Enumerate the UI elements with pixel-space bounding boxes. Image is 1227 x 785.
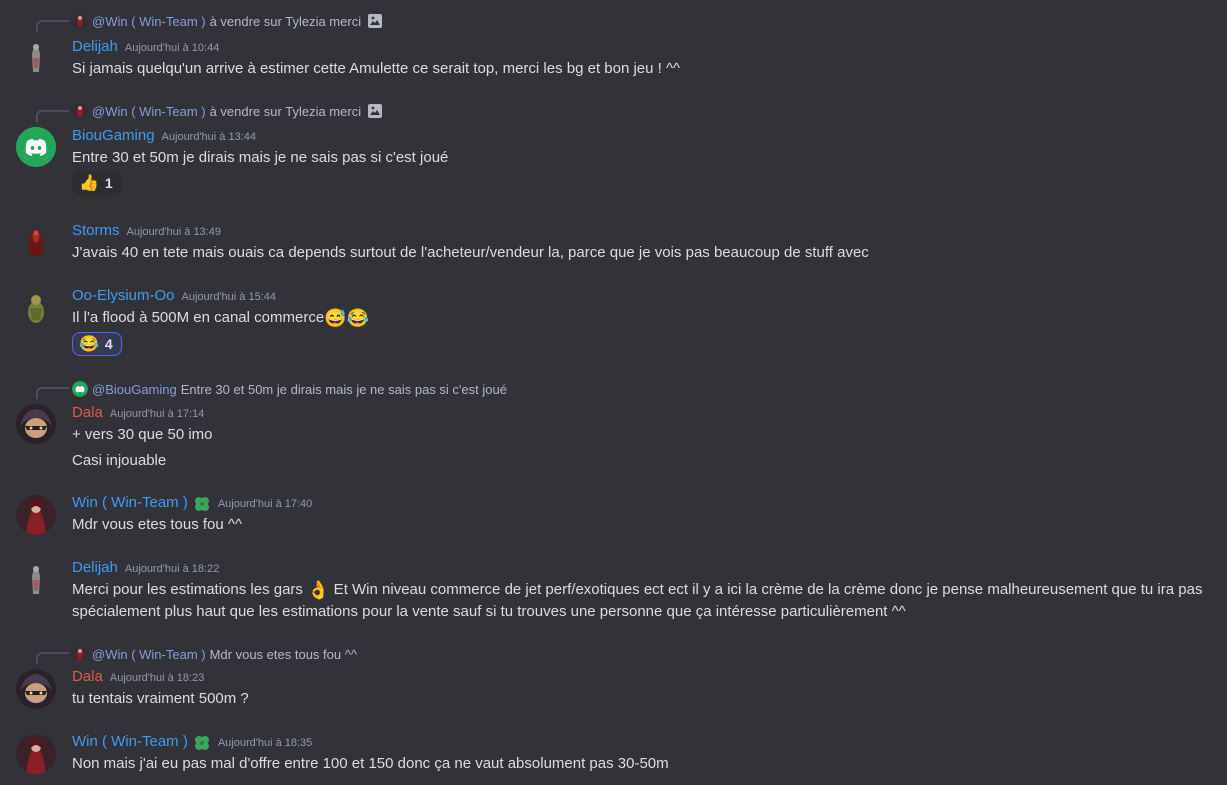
- reply-connector: [36, 387, 69, 399]
- timestamp: Aujourd'hui à 18:35: [217, 737, 313, 749]
- timestamp: Aujourd'hui à 10:44: [124, 42, 220, 54]
- message-header: Win ( Win-Team ) Aujourd'hui à 18:35: [72, 733, 312, 753]
- timestamp: Aujourd'hui à 18:23: [109, 672, 205, 684]
- avatar[interactable]: [16, 669, 56, 709]
- timestamp: Aujourd'hui à 15:44: [181, 291, 276, 303]
- username[interactable]: Win ( Win-Team ): [72, 494, 188, 511]
- reply-preview[interactable]: @Win ( Win-Team ) à vendre sur Tylezia m…: [72, 102, 383, 120]
- clover-badge-icon: [193, 734, 211, 752]
- avatar[interactable]: [16, 560, 56, 600]
- timestamp: Aujourd'hui à 13:49: [126, 226, 221, 238]
- reply-text: Entre 30 et 50m je dirais mais je ne sai…: [180, 381, 507, 397]
- reply-mention[interactable]: @Win ( Win-Team ): [92, 104, 206, 119]
- reply-mention[interactable]: @Win ( Win-Team ): [92, 14, 206, 29]
- reply-mention[interactable]: @Win ( Win-Team ): [92, 647, 206, 662]
- username[interactable]: Win ( Win-Team ): [72, 733, 188, 750]
- avatar[interactable]: [16, 222, 56, 262]
- message-header: BiouGaming Aujourd'hui à 13:44: [72, 127, 256, 147]
- avatar[interactable]: [16, 404, 56, 444]
- reaction-joy[interactable]: 😂 4: [72, 332, 122, 356]
- message-header: Delijah Aujourd'hui à 18:22: [72, 559, 219, 579]
- reply-preview[interactable]: @Win ( Win-Team ) à vendre sur Tylezia m…: [72, 12, 383, 30]
- reply-connector: [36, 652, 69, 664]
- username[interactable]: Delijah: [72, 559, 118, 576]
- image-icon: [367, 13, 383, 29]
- timestamp: Aujourd'hui à 18:22: [124, 563, 220, 575]
- username[interactable]: Dala: [72, 404, 103, 421]
- message-header: Oo-Elysium-Oo Aujourd'hui à 15:44: [72, 287, 276, 307]
- reply-mention[interactable]: @BiouGaming: [92, 382, 177, 397]
- win-mini-avatar: [72, 103, 88, 119]
- message-text: Merci pour les estimations les gars 👌 Et…: [72, 579, 1222, 623]
- reaction-count: 4: [104, 336, 113, 352]
- avatar[interactable]: [16, 734, 56, 774]
- joy-icon: 😂: [79, 336, 99, 353]
- message-text: tu tentais vraiment 500m ?: [72, 690, 249, 707]
- message-text-line: Il l'a flood à 500M en canal commerce: [72, 309, 325, 326]
- reply-text: à vendre sur Tylezia merci: [209, 13, 362, 29]
- username[interactable]: Storms: [72, 222, 120, 239]
- username[interactable]: Dala: [72, 668, 103, 685]
- reply-preview[interactable]: @BiouGaming Entre 30 et 50m je dirais ma…: [72, 380, 507, 398]
- timestamp: Aujourd'hui à 17:14: [109, 408, 205, 420]
- discord-mini-avatar: [72, 381, 88, 397]
- avatar[interactable]: [16, 288, 56, 328]
- reply-preview[interactable]: @Win ( Win-Team ) Mdr vous etes tous fou…: [72, 645, 357, 663]
- image-icon: [367, 103, 383, 119]
- message-header: Dala Aujourd'hui à 17:14: [72, 404, 204, 424]
- reply-text: à vendre sur Tylezia merci: [209, 103, 362, 119]
- message-header: Win ( Win-Team ) Aujourd'hui à 17:40: [72, 494, 312, 514]
- reaction-count: 1: [104, 175, 113, 191]
- win-mini-avatar: [72, 646, 88, 662]
- laughing-emojis: 😅😂: [324, 308, 369, 328]
- username[interactable]: Delijah: [72, 38, 118, 55]
- message-text: Il l'a flood à 500M en canal commerce😅😂: [72, 307, 369, 329]
- thumbs-up-icon: 👍: [79, 175, 99, 192]
- username[interactable]: BiouGaming: [72, 127, 155, 144]
- username[interactable]: Oo-Elysium-Oo: [72, 287, 175, 304]
- message-text: Mdr vous etes tous fou ^^: [72, 516, 242, 533]
- timestamp: Aujourd'hui à 13:44: [161, 131, 256, 143]
- message-header: Storms Aujourd'hui à 13:49: [72, 222, 221, 242]
- win-mini-avatar: [72, 13, 88, 29]
- message-header: Dala Aujourd'hui à 18:23: [72, 668, 204, 688]
- reply-connector: [36, 110, 69, 122]
- message-text: Entre 30 et 50m je dirais mais je ne sai…: [72, 149, 449, 166]
- reply-connector: [36, 20, 69, 32]
- reaction-thumbs-up[interactable]: 👍 1: [72, 171, 122, 195]
- message-text-part: Merci pour les estimations les gars: [72, 581, 303, 598]
- ok-hand-emoji: 👌: [307, 580, 330, 600]
- chat-message-list: @Win ( Win-Team ) à vendre sur Tylezia m…: [0, 0, 1227, 785]
- timestamp: Aujourd'hui à 17:40: [217, 498, 313, 510]
- clover-badge-icon: [193, 495, 211, 513]
- message-text: Casi injouable: [72, 452, 167, 469]
- message-text: Non mais j'ai eu pas mal d'offre entre 1…: [72, 755, 669, 772]
- discord-default-avatar[interactable]: [16, 127, 56, 167]
- reply-text: Mdr vous etes tous fou ^^: [209, 646, 357, 662]
- message-text: + vers 30 que 50 imo: [72, 426, 213, 443]
- message-header: Delijah Aujourd'hui à 10:44: [72, 38, 219, 58]
- avatar[interactable]: [16, 38, 56, 78]
- avatar[interactable]: [16, 495, 56, 535]
- message-text: Si jamais quelqu'un arrive à estimer cet…: [72, 60, 681, 77]
- message-text: J'avais 40 en tete mais ouais ca depends…: [72, 244, 869, 261]
